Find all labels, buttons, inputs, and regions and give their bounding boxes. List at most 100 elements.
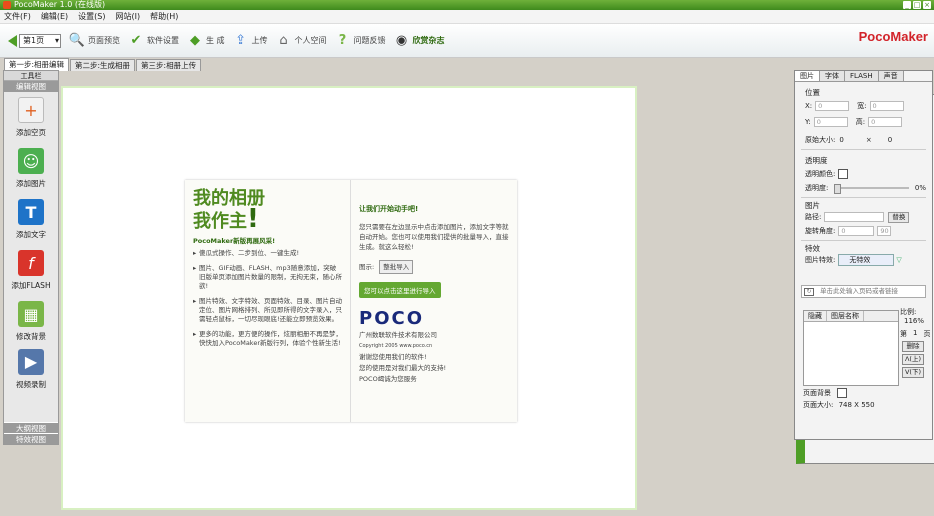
effect-select[interactable]: 无特效 bbox=[838, 254, 895, 266]
x-input[interactable]: 0 bbox=[815, 101, 850, 111]
album-title-line1: 我的相册 bbox=[193, 188, 265, 209]
menu-edit[interactable]: 编辑(E) bbox=[41, 11, 68, 22]
preview-label: 页面预览 bbox=[88, 36, 120, 45]
transparent-color-label: 透明颜色: bbox=[805, 170, 836, 178]
editor-canvas[interactable]: 我的相册 我作主! PocoMaker新版再展风采! 傻瓜式操作、二步到位、一键… bbox=[61, 86, 637, 510]
tab-flash[interactable]: FLASH bbox=[845, 71, 879, 81]
outline-view-tab[interactable]: 大纲视图 bbox=[4, 422, 58, 433]
move-down-button[interactable]: V(下) bbox=[902, 367, 924, 378]
settings-label: 软件设置 bbox=[147, 36, 179, 45]
replace-button[interactable]: 替换 bbox=[888, 211, 910, 223]
generate-icon: ◆ bbox=[190, 33, 200, 48]
add-image-tool[interactable]: ☺ 添加图片 bbox=[4, 143, 58, 194]
height-label: 高: bbox=[855, 118, 866, 126]
x-label: X: bbox=[805, 102, 813, 110]
video-tool[interactable]: ▶ 视频录制 bbox=[4, 347, 58, 391]
page-prefix: 第 bbox=[900, 330, 907, 338]
feedback-button[interactable]: ? 问题反馈 bbox=[335, 33, 386, 49]
video-label: 视频录制 bbox=[16, 379, 46, 389]
menu-file[interactable]: 文件(F) bbox=[4, 11, 31, 22]
copyright: Copyright 2005 www.poco.cn bbox=[359, 343, 433, 349]
effect-section: 特效 bbox=[805, 244, 820, 253]
question-icon: ? bbox=[338, 33, 347, 48]
tool-panel: 工具栏 编辑视图 + 添加空页 ☺ 添加图片 T 添加文字 f 添加FLASH … bbox=[3, 70, 59, 445]
opacity-slider[interactable] bbox=[834, 184, 909, 194]
opacity-label: 透明度: bbox=[805, 184, 829, 192]
layers-list[interactable]: 隐藏 图层名称 bbox=[803, 310, 899, 386]
right-page[interactable]: 让我们开始动手吧! 您只需要在左边显示中点击添加图片，添加文字等就自动开始。您也… bbox=[351, 180, 517, 422]
album-title-line2-text: 我作主 bbox=[193, 211, 247, 232]
close-icon[interactable]: × bbox=[923, 1, 931, 9]
slogan: PocoMaker新版再展风采! bbox=[193, 237, 276, 245]
maximize-icon[interactable]: □ bbox=[913, 1, 921, 9]
add-image-label: 添加图片 bbox=[16, 179, 46, 188]
magazine-label: 欣赏杂志 bbox=[412, 36, 445, 45]
move-up-button[interactable]: Λ(上) bbox=[902, 354, 924, 365]
album-spread[interactable]: 我的相册 我作主! PocoMaker新版再展风采! 傻瓜式操作、二步到位、一键… bbox=[185, 180, 517, 422]
step-tabs: 第一步:相册编辑 第二步:生成相册 第三步:相册上传 bbox=[0, 58, 794, 71]
page-bg-label: 页面背景 bbox=[803, 389, 831, 397]
background-label: 修改背景 bbox=[16, 332, 46, 341]
y-input[interactable]: 0 bbox=[813, 117, 848, 127]
rotate-90-button[interactable]: 90 bbox=[877, 226, 892, 236]
toolbar: 第1页 🔍 页面预览 ✔ 软件设置 ◆ 生 成 ⇪ 上传 ⌂ 个人空间 ? 问题… bbox=[0, 24, 934, 464]
video-icon: ▶ bbox=[18, 348, 44, 375]
right-page-title: 让我们开始动手吧! bbox=[359, 205, 419, 213]
generate-label: 生 成 bbox=[206, 36, 225, 45]
tab-font[interactable]: 字体 bbox=[820, 71, 845, 81]
bullet-3: 图片特效、文字特效、页面特效、目录、图片自动定位、图片网格排列、所见即所得的文字… bbox=[193, 297, 342, 324]
page-select[interactable]: 第1页 bbox=[19, 33, 61, 48]
path-label: 路径: bbox=[805, 213, 822, 221]
delete-button[interactable]: 删除 bbox=[902, 341, 924, 352]
edit-view-tab[interactable]: 编辑视图 bbox=[4, 81, 58, 92]
path-input[interactable] bbox=[824, 212, 885, 222]
personal-space-button[interactable]: ⌂ 个人空间 bbox=[276, 33, 326, 49]
tab-step3[interactable]: 第三步:相册上传 bbox=[136, 59, 202, 71]
add-text-label: 添加文字 bbox=[16, 230, 46, 239]
minimize-icon[interactable]: _ bbox=[903, 1, 911, 9]
generate-button[interactable]: ◆ 生 成 bbox=[187, 33, 225, 49]
tab-sound[interactable]: 声音 bbox=[878, 71, 904, 81]
background-tool[interactable]: ▦ 修改背景 bbox=[4, 296, 58, 347]
page-number[interactable]: 1 bbox=[913, 329, 917, 339]
zoom-label: 比例: bbox=[900, 308, 917, 316]
batch-import-button[interactable]: 整批导入 bbox=[379, 260, 414, 274]
poco-logo: POCO bbox=[359, 308, 509, 329]
width-input[interactable]: 0 bbox=[869, 101, 904, 111]
chevron-down-icon[interactable]: ▽ bbox=[896, 256, 901, 264]
upload-icon: ⇪ bbox=[235, 33, 246, 48]
effects-view-tab[interactable]: 特效视图 bbox=[4, 433, 58, 444]
magnifier-icon: 🔍 bbox=[68, 33, 86, 48]
image-effect-label: 图片特效: bbox=[805, 256, 836, 264]
opacity-value: 0% bbox=[914, 184, 926, 192]
add-text-icon: T bbox=[18, 199, 44, 225]
menu-bar: 文件(F) 编辑(E) 设置(S) 网站(I) 帮助(H) bbox=[0, 10, 934, 24]
page-bg-panel: 页面背景 页面大小: 748 X 550 bbox=[803, 388, 875, 410]
add-page-tool[interactable]: + 添加空页 bbox=[4, 92, 58, 143]
add-flash-tool[interactable]: f 添加FLASH bbox=[4, 245, 58, 296]
settings-button[interactable]: ✔ 软件设置 bbox=[128, 33, 179, 49]
menu-settings[interactable]: 设置(S) bbox=[78, 11, 105, 22]
add-image-icon: ☺ bbox=[18, 148, 44, 174]
height-input[interactable]: 0 bbox=[868, 117, 903, 127]
upload-button[interactable]: ⇪ 上传 bbox=[233, 33, 267, 49]
page-bg-swatch[interactable] bbox=[837, 388, 847, 398]
brand-logo: PocoMaker bbox=[858, 29, 928, 44]
link-input[interactable]: ↻ 单击此处输入页码或者链接 bbox=[801, 285, 926, 298]
original-h: 0 bbox=[887, 136, 893, 144]
menu-help[interactable]: 帮助(H) bbox=[150, 11, 178, 22]
thanks-1: 谢谢您使用我们的软件! bbox=[359, 353, 427, 361]
preview-button[interactable]: 🔍 页面预览 bbox=[69, 33, 120, 49]
layers-hide-col: 隐藏 bbox=[804, 311, 827, 321]
magazine-button[interactable]: ◉ 欣赏杂志 bbox=[394, 33, 445, 49]
left-page[interactable]: 我的相册 我作主! PocoMaker新版再展风采! 傻瓜式操作、二步到位、一键… bbox=[185, 180, 351, 422]
rotate-input[interactable]: 0 bbox=[838, 226, 875, 236]
tab-step2[interactable]: 第二步:生成相册 bbox=[70, 59, 136, 71]
menu-website[interactable]: 网站(I) bbox=[115, 11, 140, 22]
add-text-tool[interactable]: T 添加文字 bbox=[4, 194, 58, 245]
rotate-label: 旋转角度: bbox=[805, 227, 836, 235]
tab-image[interactable]: 图片 bbox=[795, 71, 820, 81]
prev-page-icon[interactable] bbox=[8, 34, 17, 47]
zoom-panel: 比例: 116% 第 1 页 删除 Λ(上) V(下) bbox=[900, 307, 932, 378]
transparent-color-swatch[interactable] bbox=[838, 169, 849, 179]
